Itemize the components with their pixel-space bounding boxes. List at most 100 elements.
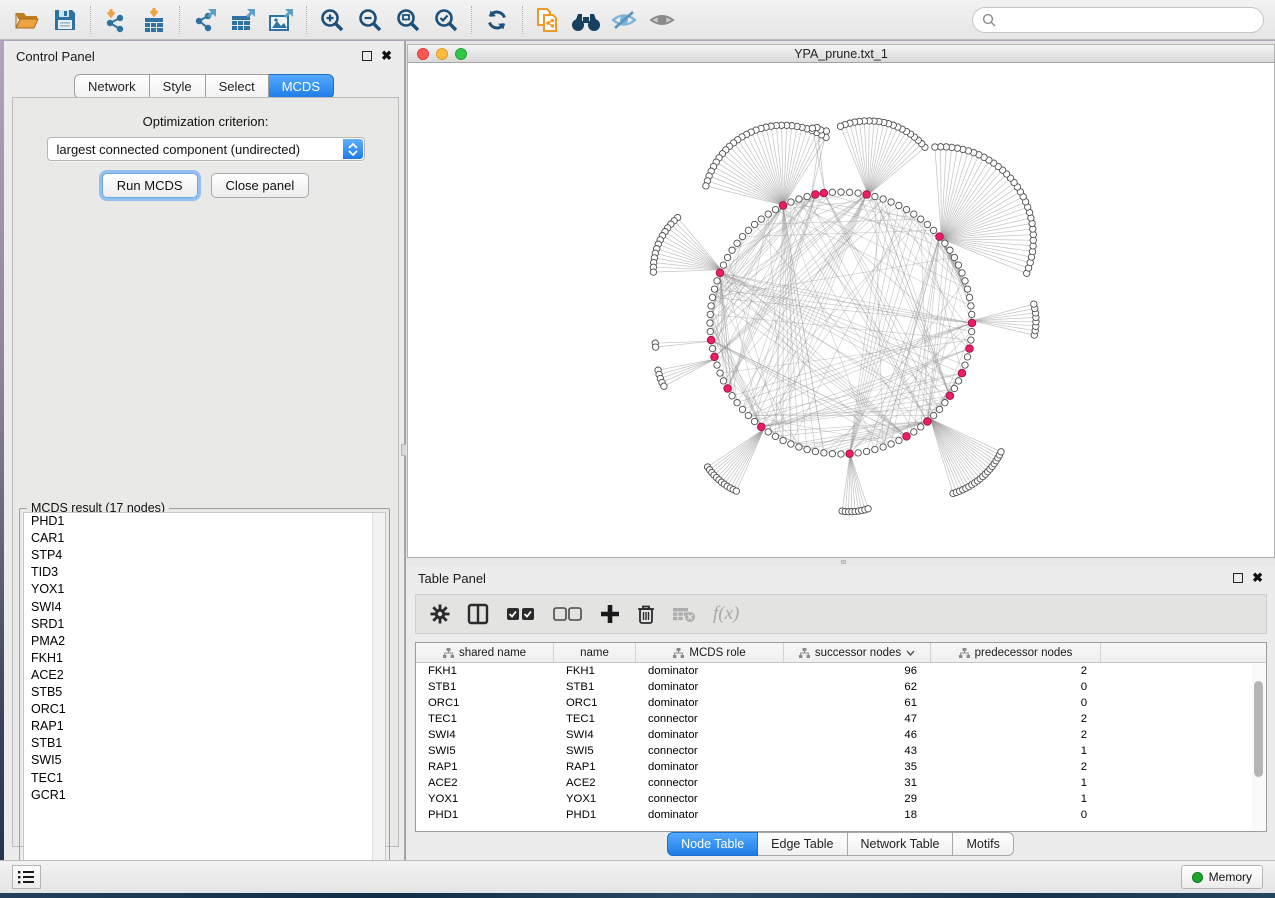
table-cell[interactable]: PHD1 [554, 809, 636, 821]
table-cell[interactable]: YOX1 [416, 793, 554, 805]
network-node[interactable] [788, 441, 794, 447]
network-node[interactable] [930, 412, 936, 418]
mcds-result-item[interactable]: ORC1 [24, 701, 385, 718]
mcds-result-item[interactable]: YOX1 [24, 581, 385, 598]
mcds-hub-node[interactable] [863, 191, 871, 199]
table-row[interactable]: FKH1FKH1dominator962 [416, 663, 1266, 679]
network-node[interactable] [745, 412, 751, 418]
network-node[interactable] [720, 262, 726, 268]
table-scrollbar[interactable] [1252, 664, 1265, 830]
deselect-all-columns-button[interactable] [553, 606, 583, 622]
open-file-button[interactable] [8, 3, 46, 37]
network-node[interactable] [863, 448, 869, 454]
export-network-button[interactable] [186, 3, 224, 37]
table-cell[interactable]: 0 [931, 809, 1101, 821]
delete-table-button[interactable] [672, 605, 696, 623]
network-node[interactable] [911, 429, 917, 435]
table-cell[interactable]: STB1 [554, 681, 636, 693]
mcds-hub-node[interactable] [903, 433, 911, 441]
network-node[interactable] [838, 451, 844, 457]
table-cell[interactable]: SWI4 [554, 729, 636, 741]
network-node[interactable] [707, 320, 713, 326]
network-node[interactable] [930, 227, 936, 233]
table-cell[interactable]: 61 [784, 697, 931, 709]
table-cell[interactable]: 2 [931, 761, 1101, 773]
table-row[interactable]: YOX1YOX1connector291 [416, 791, 1266, 807]
mcds-hub-node[interactable] [968, 319, 976, 327]
table-cell[interactable]: ACE2 [416, 777, 554, 789]
table-cell[interactable]: 62 [784, 681, 931, 693]
network-node[interactable] [964, 354, 970, 360]
network-node[interactable] [966, 294, 972, 300]
delete-columns-button[interactable] [637, 604, 655, 625]
save-session-button[interactable] [46, 3, 84, 37]
table-cell[interactable]: 47 [784, 713, 931, 725]
network-node[interactable] [751, 221, 757, 227]
table-cell[interactable]: connector [636, 713, 784, 725]
table-cell[interactable]: 1 [931, 777, 1101, 789]
close-panel-button[interactable]: Close panel [211, 173, 310, 198]
network-node[interactable] [812, 448, 818, 454]
table-scrollbar-thumb[interactable] [1254, 681, 1263, 777]
network-node[interactable] [1031, 301, 1037, 307]
table-row[interactable]: PHD1PHD1dominator180 [416, 807, 1266, 823]
network-node[interactable] [714, 278, 720, 284]
tab-select[interactable]: Select [206, 74, 269, 99]
table-cell[interactable]: 2 [931, 713, 1101, 725]
network-node[interactable] [846, 189, 852, 195]
network-node[interactable] [652, 344, 658, 350]
table-cell[interactable]: 31 [784, 777, 931, 789]
table-cell[interactable]: connector [636, 793, 784, 805]
network-node[interactable] [724, 254, 730, 260]
network-node[interactable] [758, 216, 764, 222]
table-cell[interactable]: FKH1 [554, 665, 636, 677]
run-mcds-button[interactable]: Run MCDS [102, 173, 198, 198]
horizontal-split-grip[interactable] [841, 560, 846, 564]
column-header-shared-name[interactable]: shared name [416, 643, 554, 662]
network-node[interactable] [765, 429, 771, 435]
network-node[interactable] [809, 125, 815, 131]
network-search-field[interactable] [972, 7, 1264, 33]
mcds-result-item[interactable]: RAP1 [24, 718, 385, 735]
network-node[interactable] [969, 311, 975, 317]
network-node[interactable] [838, 189, 844, 195]
float-table-panel-icon[interactable] [1233, 573, 1243, 583]
table-cell[interactable]: connector [636, 745, 784, 757]
network-node[interactable] [734, 400, 740, 406]
first-neighbors-button[interactable] [567, 3, 605, 37]
mcds-result-item[interactable]: STB5 [24, 684, 385, 701]
network-node[interactable] [880, 444, 886, 450]
network-node[interactable] [964, 286, 970, 292]
memory-button[interactable]: Memory [1181, 865, 1263, 889]
mcds-result-item[interactable]: PHD1 [24, 513, 385, 530]
network-node[interactable] [896, 202, 902, 208]
table-cell[interactable]: 43 [784, 745, 931, 757]
show-column-panel-button[interactable] [467, 603, 489, 625]
tab-node-table[interactable]: Node Table [667, 832, 758, 856]
network-node[interactable] [918, 424, 924, 430]
mcds-result-item[interactable]: PMA2 [24, 633, 385, 650]
network-node[interactable] [650, 269, 656, 275]
table-row[interactable]: RAP1RAP1dominator352 [416, 759, 1266, 775]
network-node[interactable] [765, 211, 771, 217]
network-node[interactable] [903, 206, 909, 212]
table-cell[interactable]: 2 [931, 665, 1101, 677]
hide-selected-button[interactable] [605, 3, 643, 37]
table-cell[interactable]: FKH1 [416, 665, 554, 677]
network-node[interactable] [968, 337, 974, 343]
table-row[interactable]: SWI5SWI5connector431 [416, 743, 1266, 759]
mcds-hub-node[interactable] [966, 345, 974, 353]
table-cell[interactable]: 1 [931, 745, 1101, 757]
network-node[interactable] [772, 433, 778, 439]
network-node[interactable] [969, 328, 975, 334]
network-graph[interactable] [408, 63, 1274, 557]
column-header-predecessor-nodes[interactable]: predecessor nodes [931, 643, 1101, 662]
mcds-result-item[interactable]: SWI5 [24, 752, 385, 769]
mcds-result-item[interactable]: FKH1 [24, 650, 385, 667]
network-node[interactable] [661, 383, 667, 389]
mcds-hub-node[interactable] [820, 189, 828, 197]
table-settings-button[interactable] [430, 604, 450, 624]
network-window-titlebar[interactable]: YPA_prune.txt_1 [407, 44, 1275, 63]
table-cell[interactable]: RAP1 [554, 761, 636, 773]
mcds-result-item[interactable]: SWI4 [24, 598, 385, 615]
